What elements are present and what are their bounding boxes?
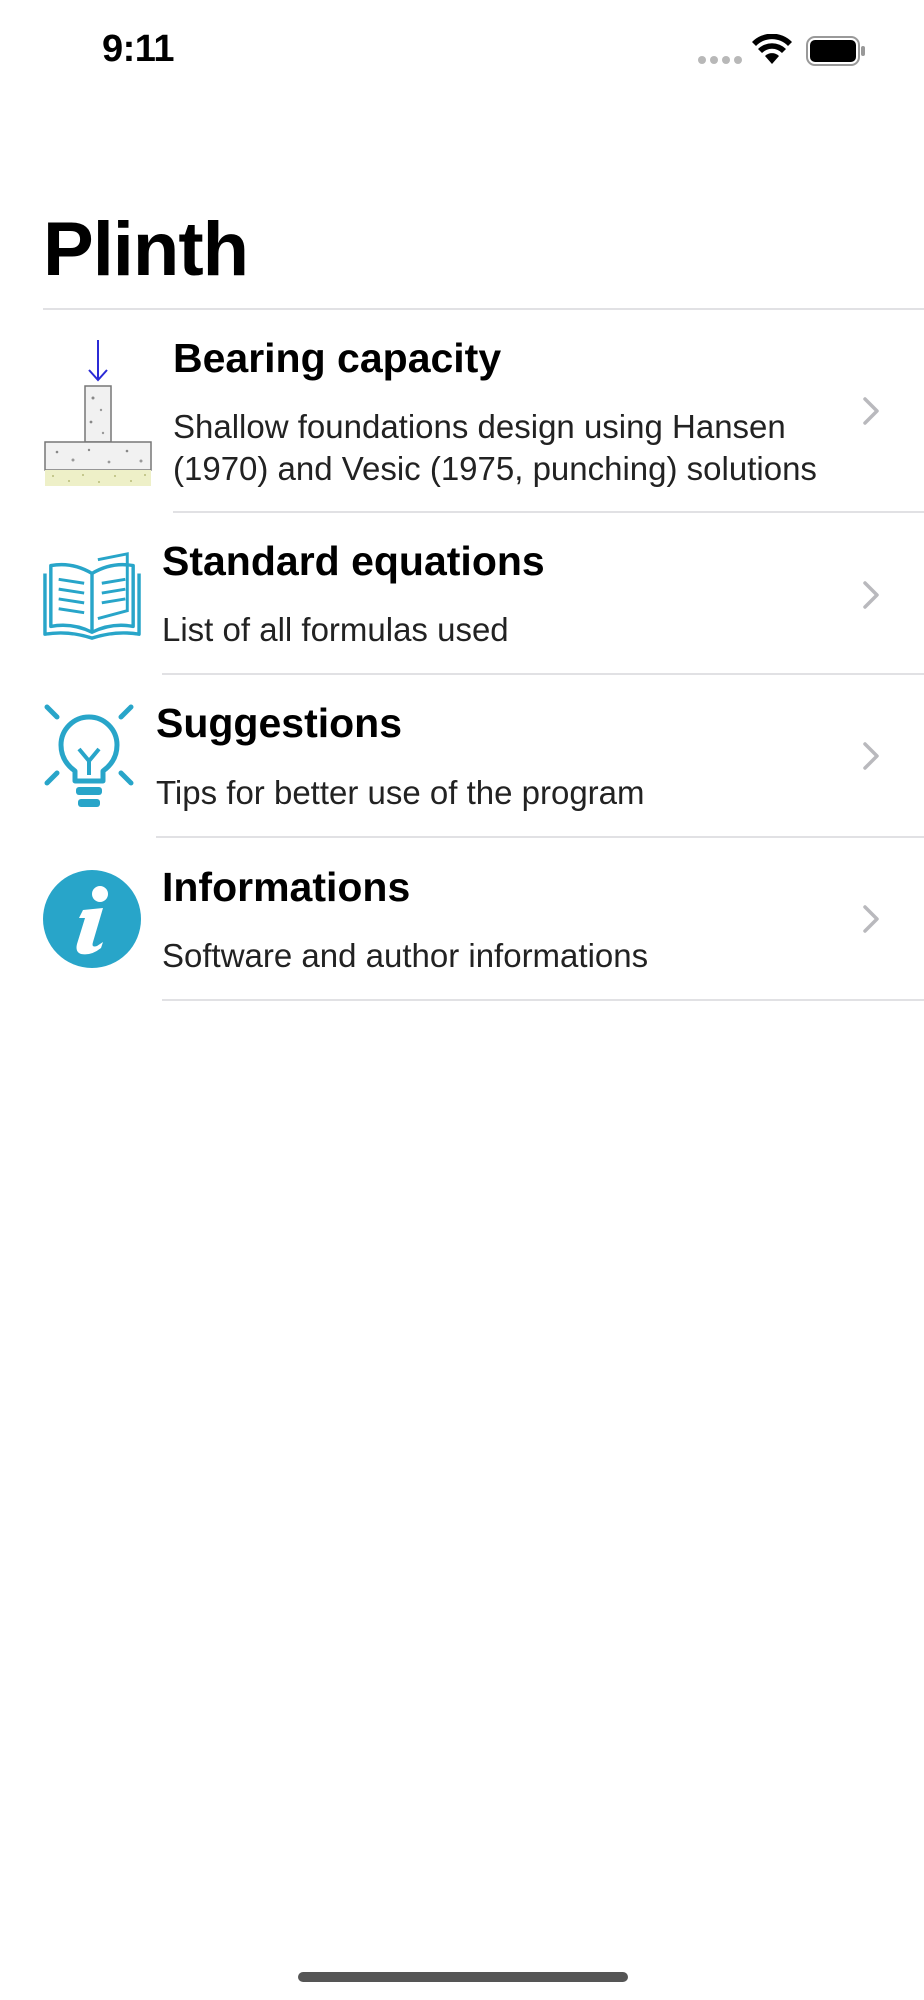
menu-item-subtitle: List of all formulas used — [162, 611, 509, 648]
status-time: 9:11 — [102, 28, 174, 70]
battery-icon — [806, 36, 865, 66]
info-icon — [43, 870, 141, 968]
lightbulb-icon — [44, 704, 134, 807]
home-indicator[interactable] — [298, 1972, 628, 1982]
chevron-right-icon — [863, 742, 879, 770]
chevron-right-icon — [863, 397, 879, 425]
chevron-right-icon — [863, 905, 879, 933]
menu-item-title: Suggestions — [156, 700, 403, 746]
menu-item-title: Bearing capacity — [173, 335, 502, 381]
page-title: Plinth — [43, 207, 249, 292]
menu-item-bearing-capacity[interactable]: Bearing capacity Shallow foundations des… — [0, 310, 924, 512]
menu-item-subtitle: Tips for better use of the program — [156, 774, 645, 811]
status-bar: 9:11 — [0, 0, 924, 110]
wifi-icon — [752, 34, 792, 64]
menu-item-subtitle: Shallow foundations design using Hansen — [173, 408, 786, 445]
menu-item-standard-equations[interactable]: Standard equations List of all formulas … — [0, 513, 924, 673]
menu-item-suggestions[interactable]: Suggestions Tips for better use of the p… — [0, 675, 924, 837]
chevron-right-icon — [863, 581, 879, 609]
menu-item-title: Standard equations — [162, 538, 545, 584]
foundation-icon — [44, 340, 152, 486]
cellular-signal-icon — [698, 56, 742, 66]
menu-item-subtitle-line2: (1970) and Vesic (1975, punching) soluti… — [173, 450, 817, 487]
menu-item-informations[interactable]: Informations Software and author informa… — [0, 838, 924, 1000]
book-icon — [43, 552, 141, 640]
menu-item-subtitle: Software and author informations — [162, 937, 649, 974]
menu-item-title: Informations — [162, 864, 411, 910]
row-separator — [162, 999, 924, 1001]
